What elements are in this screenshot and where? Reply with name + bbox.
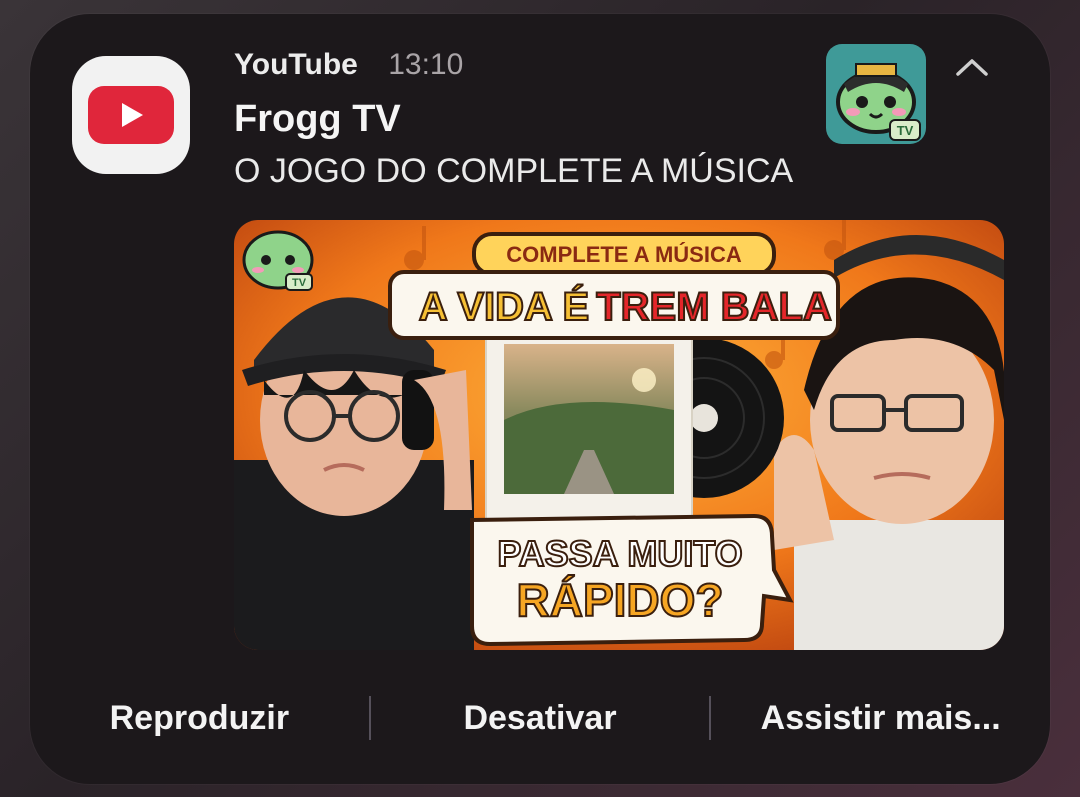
banner-main-text-2: TREM BALA (596, 285, 832, 329)
bubble-text-1: PASSA MUITO (497, 533, 742, 574)
notification-card[interactable]: YouTube 13:10 Frogg TV O JOGO DO COMPLET… (30, 14, 1050, 784)
channel-avatar: TV (826, 44, 926, 144)
svg-text:TV: TV (897, 123, 914, 138)
disable-button[interactable]: Desativar (371, 699, 710, 738)
video-thumbnail[interactable]: TV COMPLETE A MÚSICA A VIDA É TREM BALA … (234, 220, 1004, 650)
video-title: O JOGO DO COMPLETE A MÚSICA (234, 152, 794, 190)
svg-text:TV: TV (292, 277, 307, 289)
notification-meta: YouTube 13:10 (234, 48, 463, 82)
youtube-logo (88, 86, 174, 144)
watch-more-button[interactable]: Assistir mais... (711, 699, 1050, 738)
banner-main-text-1: A VIDA É (419, 284, 589, 329)
collapse-button[interactable] (952, 52, 992, 87)
youtube-app-icon (72, 56, 190, 174)
notification-actions: Reproduzir Desativar Assistir mais... (30, 678, 1050, 758)
play-button[interactable]: Reproduzir (30, 699, 369, 738)
album-cover (485, 327, 693, 529)
frogg-logo: TV (242, 230, 314, 291)
play-icon (122, 103, 143, 127)
chevron-up-icon (956, 59, 988, 76)
app-name: YouTube (234, 48, 358, 81)
channel-title: Frogg TV (234, 98, 401, 140)
timestamp: 13:10 (388, 48, 464, 81)
banner-top-text: COMPLETE A MÚSICA (506, 242, 742, 267)
bubble-text-2: RÁPIDO? (517, 574, 724, 626)
